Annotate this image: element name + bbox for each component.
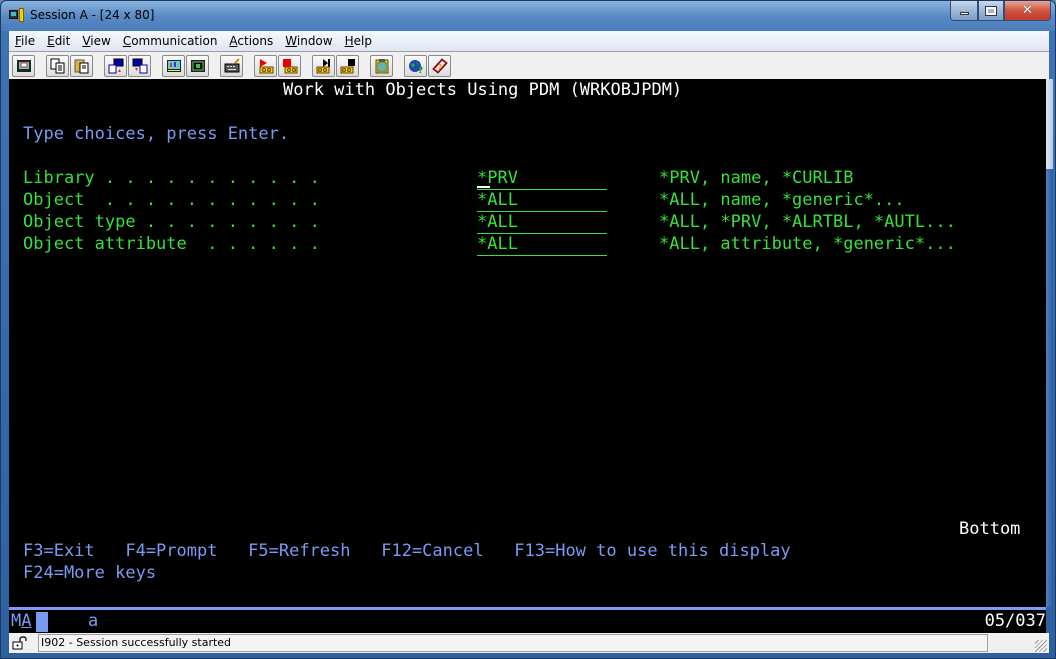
emulator-window: Session A - [24 x 80] ✕ File Edit View C…	[0, 0, 1056, 659]
menu-file[interactable]: File	[9, 34, 41, 48]
title-bar[interactable]: Session A - [24 x 80] ✕	[1, 1, 1055, 31]
text-cursor	[477, 186, 490, 188]
close-button[interactable]: ✕	[1004, 1, 1051, 21]
unlock-icon	[12, 636, 27, 650]
terminal-screen[interactable]: Work with Objects Using PDM (WRKOBJPDM) …	[9, 79, 1046, 607]
menu-label: indow	[296, 34, 333, 48]
keyboard-icon	[224, 57, 240, 72]
scrollbar-thumb[interactable]	[1046, 169, 1053, 607]
function-keys-line-1[interactable]: F3=Exit F4=Prompt F5=Refresh F12=Cancel …	[23, 540, 791, 562]
record-macro-button[interactable]	[254, 54, 277, 77]
maximize-button[interactable]	[978, 1, 1004, 21]
field-label-object-type: Object type . . . . . . . . .	[23, 212, 320, 232]
oia-indicators: MA	[11, 611, 32, 631]
play-macro-icon	[316, 58, 330, 73]
menu-view[interactable]: View	[76, 34, 116, 48]
svg-text:?: ?	[418, 66, 423, 74]
menu-window[interactable]: Window	[279, 34, 338, 48]
svg-text:?: ?	[438, 63, 442, 71]
toolbar: ? ?	[9, 51, 1049, 79]
oia-m-indicator: M	[11, 611, 22, 631]
maximize-icon	[985, 5, 997, 16]
object-input[interactable]: *ALL	[477, 189, 607, 212]
menu-actions[interactable]: Actions	[223, 34, 279, 48]
print-screen-icon	[16, 59, 31, 72]
oia-status-block	[36, 612, 48, 632]
menu-label: ile	[21, 34, 36, 48]
web-help-button[interactable]: ?	[404, 54, 427, 77]
mnemonic: H	[344, 34, 354, 48]
minimize-button[interactable]	[950, 1, 978, 21]
stop-macro-icon	[340, 58, 355, 73]
vertical-scrollbar[interactable]	[1046, 79, 1053, 607]
stop-macro-button[interactable]	[336, 54, 359, 77]
operator-information-area: MA a 05/037	[9, 607, 1046, 633]
window-controls: ✕	[950, 1, 1051, 21]
send-file-icon	[108, 58, 123, 73]
object-attribute-input[interactable]: *ALL	[477, 233, 607, 256]
menu-communication[interactable]: Communication	[117, 34, 224, 48]
field-label-library: Library . . . . . . . . . . .	[23, 168, 320, 188]
mnemonic: C	[122, 34, 132, 48]
window-title: Session A - [24 x 80]	[30, 8, 155, 22]
library-input[interactable]: *PRV	[477, 167, 607, 190]
display-setup-icon	[166, 59, 181, 72]
keyboard-map-button[interactable]	[220, 54, 243, 77]
object-type-value[interactable]: *ALL	[477, 211, 607, 234]
clipboard-icon	[375, 58, 388, 73]
menu-help[interactable]: Help	[339, 34, 378, 48]
clipboard-button[interactable]	[370, 54, 393, 77]
help-book-icon: ?	[431, 57, 448, 74]
receive-file-icon	[132, 58, 147, 73]
menu-edit[interactable]: Edit	[41, 34, 76, 48]
screen-title: Work with Objects Using PDM (WRKOBJPDM)	[283, 80, 683, 100]
instruction-text: Type choices, press Enter.	[23, 124, 290, 144]
field-hint-object-attribute: *ALL, attribute, *generic*...	[659, 234, 956, 254]
menu-label: dit	[54, 34, 71, 48]
library-value[interactable]: *PRV	[477, 167, 607, 190]
menu-label: iew	[90, 34, 111, 48]
resize-grip[interactable]	[1035, 640, 1047, 652]
close-icon: ✕	[1022, 3, 1033, 18]
cursor-position: 05/037	[984, 611, 1046, 631]
oia-a-indicator: A	[21, 611, 32, 631]
object-type-input[interactable]: *ALL	[477, 211, 607, 234]
record-macro-icon	[259, 58, 273, 73]
minimize-icon	[959, 12, 969, 15]
mnemonic: W	[285, 34, 297, 48]
oia-mode: a	[88, 611, 99, 631]
copy-icon	[50, 58, 64, 73]
session-app-icon[interactable]	[9, 8, 25, 22]
print-screen-button[interactable]	[12, 54, 35, 77]
stop-record-icon	[282, 58, 297, 73]
field-hint-object-type: *ALL, *PRV, *ALRTBL, *AUTL...	[659, 212, 956, 232]
function-keys-line-2[interactable]: F24=More keys	[23, 562, 156, 584]
field-hint-library: *PRV, name, *CURLIB	[659, 168, 854, 188]
field-label-object: Object . . . . . . . . . . .	[23, 190, 320, 210]
more-indicator: Bottom	[959, 519, 1021, 539]
object-attribute-value[interactable]: *ALL	[477, 233, 607, 256]
object-value[interactable]: *ALL	[477, 189, 607, 212]
color-map-icon	[190, 59, 205, 72]
status-message: I902 - Session successfully started	[38, 634, 988, 652]
display-setup-button[interactable]	[162, 54, 185, 77]
send-file-button[interactable]	[104, 54, 127, 77]
menu-label: elp	[353, 34, 372, 48]
paste-button[interactable]	[70, 54, 93, 77]
menu-bar: File Edit View Communication Actions Win…	[9, 31, 1049, 51]
menu-label: ctions	[237, 34, 274, 48]
field-label-object-attribute: Object attribute . . . . . .	[23, 234, 320, 254]
stop-record-button[interactable]	[278, 54, 301, 77]
globe-help-icon: ?	[408, 59, 423, 74]
color-map-button[interactable]	[186, 54, 209, 77]
receive-file-button[interactable]	[128, 54, 151, 77]
play-macro-button[interactable]	[312, 54, 335, 77]
field-hint-object: *ALL, name, *generic*...	[659, 190, 905, 210]
status-bar: I902 - Session successfully started	[9, 633, 1049, 653]
menu-label: ommunication	[131, 34, 218, 48]
mnemonic: E	[47, 34, 55, 48]
copy-button[interactable]	[46, 54, 69, 77]
help-book-button[interactable]: ?	[428, 54, 451, 77]
paste-icon	[74, 58, 88, 73]
